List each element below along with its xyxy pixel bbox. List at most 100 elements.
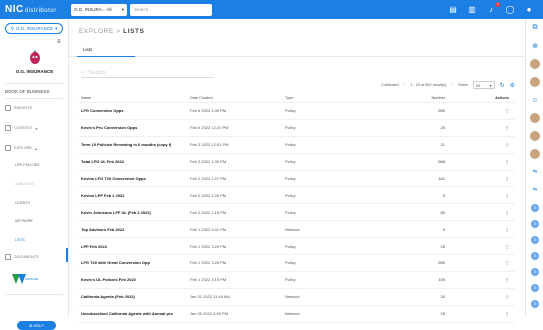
row-name: California Agents (Feb 2022) <box>81 294 135 300</box>
col-number[interactable]: Number <box>365 96 445 100</box>
sidebar-item-content[interactable]: CONTENT ▾ <box>5 123 68 133</box>
row-number: 690 <box>438 108 445 114</box>
row-name: Unsubscribed California Agents with Annu… <box>81 311 173 317</box>
table-row[interactable]: LFG T20 with Great Conversion Opp Feb 1 2… <box>79 255 515 272</box>
sync-icon[interactable]: ⇆ <box>530 167 540 177</box>
next-page-icon[interactable]: › <box>451 82 453 88</box>
agency-pill[interactable]: ⚲ O.G. INSURANCE ▾ <box>5 23 63 34</box>
row-type: Policy <box>285 108 296 114</box>
table-row[interactable]: Kevins LPP Feb 2 2022 Feb 2 2022 1:26 PM P… <box>79 187 515 205</box>
menu-icon[interactable]: ≡ <box>57 39 61 45</box>
more-actions-icon[interactable]: ⋮ <box>445 159 515 164</box>
col-type[interactable]: Type <box>285 96 365 100</box>
contact-dot[interactable]: S <box>531 204 539 212</box>
sidebar: ⚲ O.G. INSURANCE ▾ ≡ O.G. INSURANCE BOOK O… <box>0 19 69 330</box>
sidebar-item-insights[interactable]: INSIGHTS <box>5 103 68 113</box>
chart-icon <box>5 105 11 111</box>
table-row[interactable]: LFG Conversion Opps Feb 6 2022 1:49 PM Pol… <box>79 103 515 120</box>
table-row[interactable]: Kevins LFG T20 Conversion Opps Feb 2 2022… <box>79 171 515 188</box>
people-icon[interactable]: ☺ <box>530 95 540 105</box>
lists-search-input[interactable]: ⌕ Search <box>81 69 214 78</box>
table-row[interactable]: LPP Feb 2022 Feb 1 2022 3:29 PM Policy 25 ⋮ <box>79 238 515 256</box>
table-row[interactable]: Kevin's Pru Conversion Opps Feb 6 2022 12… <box>79 120 515 137</box>
tab-lists[interactable]: Lists <box>77 45 135 57</box>
row-number: 25 <box>440 125 445 131</box>
row-date: Feb 2 2022 1:26 PM <box>190 192 227 198</box>
avatar[interactable] <box>530 113 540 123</box>
help-button[interactable]: ⊕ HELP <box>17 321 56 330</box>
row-type: Policy <box>285 125 296 131</box>
bookmark-icon[interactable]: ⧉ <box>530 23 540 33</box>
user-menu-avatar[interactable]: ● <box>524 5 534 15</box>
avatar[interactable] <box>530 149 540 159</box>
prev-page-icon[interactable]: ‹ <box>404 82 406 88</box>
top-bar: NICdistributor O.G. INSURA... All ▾ Searc… <box>0 0 543 19</box>
avatar[interactable] <box>530 77 540 87</box>
more-actions-icon[interactable]: ⋮ <box>445 227 515 232</box>
sidebar-item-network[interactable]: NETWORK <box>15 219 33 223</box>
app-logo[interactable]: NICdistributor <box>5 4 63 15</box>
contact-dot[interactable]: S <box>531 252 539 260</box>
contact-dot[interactable]: S <box>531 284 539 292</box>
sync-icon[interactable]: ⇆ <box>530 185 540 195</box>
table-row[interactable]: Top Advisors Feb 2022 Feb 1 2022 3:41 PM N… <box>79 221 515 239</box>
book-of-business-heading: BOOK OF BUSINESS <box>5 89 50 94</box>
sidebar-item-documents[interactable]: DOCUMENTS <box>5 252 68 262</box>
briefcase-icon[interactable]: ▤ <box>448 5 458 15</box>
compass-icon <box>5 145 11 151</box>
more-actions-icon[interactable]: ⋮ <box>445 176 515 181</box>
sidebar-item-explore[interactable]: EXPLORE ▴ <box>5 143 68 153</box>
table-row[interactable]: Kevin's UL Policies Feb 2022 Feb 1 2022 3… <box>79 272 515 289</box>
contact-dot[interactable]: S <box>531 268 539 276</box>
row-date: Feb 6 2022 1:49 PM <box>190 108 227 114</box>
more-actions-icon[interactable]: ⋮ <box>445 244 515 249</box>
gear-icon[interactable]: ⚙ <box>510 82 515 89</box>
more-actions-icon[interactable]: ⋮ <box>445 260 515 265</box>
row-type: Policy <box>285 243 296 249</box>
add-icon[interactable]: ⊕ <box>530 41 540 51</box>
row-date: Feb 2 2022 1:27 PM <box>190 176 227 181</box>
more-actions-icon[interactable]: ⋮ <box>445 294 515 299</box>
table-row[interactable]: Term 10 Policies Renewing in 6 months (c… <box>79 137 515 154</box>
sidebar-item-clients[interactable]: CLIENTS <box>15 201 30 205</box>
page-size-select[interactable]: 20 ▾ <box>472 81 495 89</box>
chevron-up-icon: ▴ <box>34 146 37 151</box>
table-row[interactable]: Unsubscribed California Agents with Annu… <box>79 306 515 323</box>
more-actions-icon[interactable]: ⋮ <box>445 277 515 282</box>
row-type: Policy <box>285 277 296 283</box>
chevron-down-icon: ▾ <box>35 126 38 131</box>
refresh-icon[interactable]: ↻ <box>500 82 505 89</box>
col-name[interactable]: Name <box>79 96 190 100</box>
avatar[interactable] <box>530 131 540 141</box>
contact-dot[interactable]: S <box>531 220 539 228</box>
global-search-input[interactable]: Search <box>130 3 212 16</box>
more-actions-icon[interactable]: ⋮ <box>445 311 515 316</box>
contact-dot[interactable]: S <box>531 300 539 308</box>
sidebar-item-lists[interactable]: LISTS <box>15 238 25 242</box>
agency-select[interactable]: O.G. INSURA... All ▾ <box>71 3 127 16</box>
search-icon: ⌕ <box>81 69 85 76</box>
table-row[interactable]: Total LFG UL Feb 2022 Feb 2 2022 1:30 PM P… <box>79 154 515 171</box>
table-header: Name Date Created Type Number Actions <box>79 93 515 103</box>
sidebar-item-life-policies[interactable]: LIFE POLICIES <box>15 163 40 167</box>
docs-icon[interactable]: ▥ <box>467 5 477 15</box>
sidebar-item-annuities[interactable]: ANNUITIES <box>15 182 34 186</box>
more-actions-icon[interactable]: ⋮ <box>445 108 515 113</box>
chat-icon[interactable]: ◯ <box>505 5 515 15</box>
row-name: Total LFG UL Feb 2022 <box>81 159 124 165</box>
chevron-down-icon: ▾ <box>121 6 124 12</box>
table-row[interactable]: California Agents (Feb 2022) Jan 31 2022 … <box>79 289 515 306</box>
col-date[interactable]: Date Created <box>190 96 285 100</box>
row-number: 155 <box>438 277 445 283</box>
table-row[interactable]: Kevin Johnsons LFF UL (Feb 2 2022) Feb 2 … <box>79 204 515 222</box>
avatar[interactable] <box>530 59 540 69</box>
more-actions-icon[interactable]: ⋮ <box>445 125 515 130</box>
breadcrumb-explore[interactable]: EXPLORE <box>79 28 114 35</box>
selected-count: 0 selected <box>381 83 399 87</box>
contact-dot[interactable]: S <box>531 236 539 244</box>
more-actions-icon[interactable]: ⋮ <box>445 142 515 147</box>
more-actions-icon[interactable]: ⋮ <box>445 193 515 198</box>
more-actions-icon[interactable]: ⋮ <box>445 210 515 215</box>
row-name: LFG T20 with Great Conversion Opp <box>81 260 150 266</box>
bell-icon[interactable]: ♪ 2 <box>486 1 500 15</box>
